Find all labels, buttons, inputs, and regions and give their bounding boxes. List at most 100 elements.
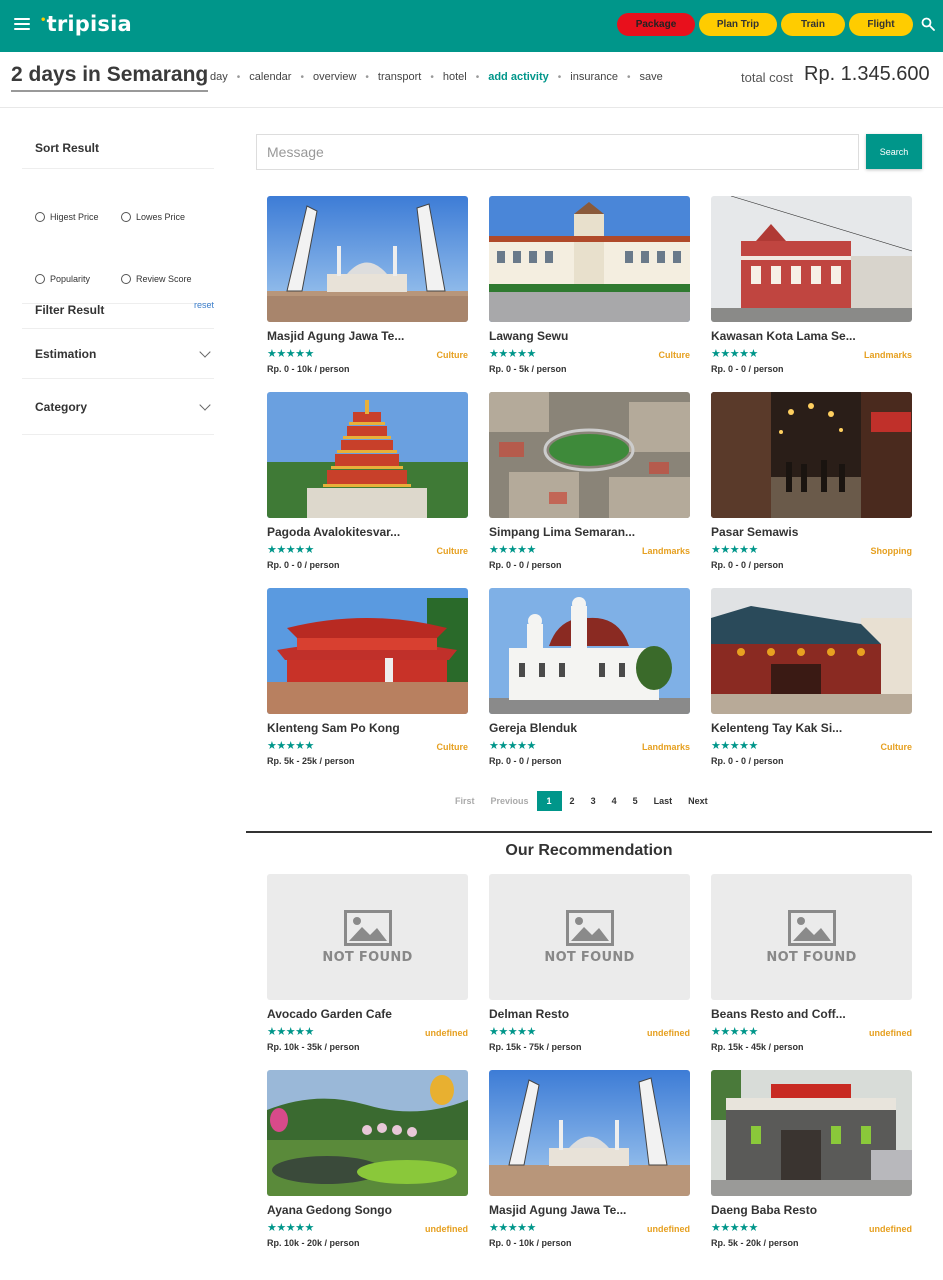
nav-insurance[interactable]: insurance <box>570 71 618 83</box>
filter-title: Filter Result <box>35 303 105 317</box>
image-placeholder: NOT FOUND <box>489 874 690 1000</box>
rating-stars: ★★★★★ <box>267 544 314 556</box>
activity-card[interactable]: Pagoda Avalokitesvar... ★★★★★ Culture Rp.… <box>267 392 468 570</box>
estimation-accordion[interactable]: Estimation <box>22 329 214 379</box>
recommendation-card[interactable]: NOT FOUND Beans Resto and Coff... ★★★★★ u… <box>711 874 912 1052</box>
category-label: Category <box>35 399 88 414</box>
category-tag: Landmarks <box>641 741 690 752</box>
activity-card[interactable]: Kawasan Kota Lama Se... ★★★★★ Landmarks R… <box>711 196 912 374</box>
recommendation-name: Daeng Baba Resto <box>711 1203 818 1217</box>
recommendation-name: Ayana Gedong Songo <box>267 1203 392 1217</box>
page-3[interactable]: 3 <box>583 791 604 811</box>
activity-card[interactable]: Masjid Agung Jawa Te... ★★★★★ Culture Rp.… <box>267 196 468 374</box>
sort-lowest-price[interactable]: Lowes Price <box>121 193 221 241</box>
recommendation-name: Masjid Agung Jawa Te... <box>489 1203 627 1217</box>
activity-image <box>489 588 690 714</box>
price-range: Rp. 0 - 0 / person <box>267 560 340 570</box>
activity-image <box>711 392 912 518</box>
search-icon[interactable] <box>921 17 935 31</box>
category-tag: undefined <box>647 1223 690 1234</box>
train-button[interactable]: Train <box>781 13 845 36</box>
nav-save[interactable]: save <box>639 71 662 83</box>
page-next[interactable]: Next <box>680 791 716 811</box>
activity-card[interactable]: Lawang Sewu ★★★★★ Culture Rp. 0 - 5k / pe… <box>489 196 690 374</box>
page-5[interactable]: 5 <box>625 791 646 811</box>
activity-image <box>267 392 468 518</box>
rating-stars: ★★★★★ <box>711 1026 758 1038</box>
recommendation-card[interactable]: Ayana Gedong Songo ★★★★★ undefined Rp. 10… <box>267 1070 468 1248</box>
nav-overview[interactable]: overview <box>313 71 356 83</box>
not-found-label: NOT FOUND <box>766 949 857 965</box>
recommendation-card[interactable]: NOT FOUND Avocado Garden Cafe ★★★★★ undef… <box>267 874 468 1052</box>
nav-transport[interactable]: transport <box>378 71 421 83</box>
activity-name: Klenteng Sam Po Kong <box>267 721 400 735</box>
package-button[interactable]: Package <box>617 13 695 36</box>
activity-card[interactable]: Simpang Lima Semaran... ★★★★★ Landmarks R… <box>489 392 690 570</box>
reset-link[interactable]: reset <box>194 300 214 310</box>
image-placeholder: NOT FOUND <box>711 874 912 1000</box>
sort-options: Higest Price Lowes Price Popularity Revi… <box>22 169 214 304</box>
page-previous[interactable]: Previous <box>483 791 537 811</box>
activity-name: Lawang Sewu <box>489 329 569 343</box>
nav-add-activity[interactable]: add activity <box>488 71 549 83</box>
image-icon <box>343 909 392 946</box>
menu-icon[interactable] <box>14 18 30 30</box>
pagination: First Previous 1 2 3 4 5 Last Next <box>447 791 716 811</box>
sort-highest-price[interactable]: Higest Price <box>35 193 121 241</box>
chevron-down-icon <box>199 345 211 358</box>
category-tag: Culture <box>436 741 469 752</box>
category-accordion[interactable]: Category <box>22 379 214 435</box>
activity-name: Masjid Agung Jawa Te... <box>267 329 405 343</box>
activity-image <box>711 588 912 714</box>
price-range: Rp. 15k - 45k / person <box>711 1042 804 1052</box>
recommendation-title: Our Recommendation <box>505 842 673 859</box>
recommendation-card[interactable]: NOT FOUND Delman Resto ★★★★★ undefined Rp… <box>489 874 690 1052</box>
page-first[interactable]: First <box>447 791 483 811</box>
recommendation-name: Delman Resto <box>489 1007 570 1021</box>
page-last[interactable]: Last <box>646 791 681 811</box>
page-1[interactable]: 1 <box>536 791 562 811</box>
page-title: 2 days in Semarang <box>11 63 209 92</box>
sort-popularity[interactable]: Popularity <box>35 256 121 304</box>
sort-review-score[interactable]: Review Score <box>121 256 221 304</box>
activity-card[interactable]: Pasar Semawis ★★★★★ Shopping Rp. 0 - 0 / … <box>711 392 912 570</box>
nav-day[interactable]: day <box>210 71 228 83</box>
page-2[interactable]: 2 <box>562 791 583 811</box>
rating-stars: ★★★★★ <box>489 1222 536 1234</box>
recommendation-image <box>711 1070 912 1196</box>
category-tag: undefined <box>425 1223 468 1234</box>
total-cost-value: Rp. 1.345.600 <box>804 63 930 85</box>
top-navbar: •tripisia Package Plan Trip Train Flight <box>0 0 943 52</box>
category-tag: undefined <box>869 1223 912 1234</box>
logo[interactable]: •tripisia <box>40 12 132 36</box>
nav-calendar[interactable]: calendar <box>249 71 291 83</box>
flight-button[interactable]: Flight <box>849 13 913 36</box>
search-button[interactable]: Search <box>866 134 922 169</box>
activity-card[interactable]: Klenteng Sam Po Kong ★★★★★ Culture Rp. 5k… <box>267 588 468 766</box>
activity-name: Pasar Semawis <box>711 525 799 539</box>
activity-name: Gereja Blenduk <box>489 721 578 735</box>
price-range: Rp. 0 - 0 / person <box>489 560 562 570</box>
nav-hotel[interactable]: hotel <box>443 71 467 83</box>
not-found-label: NOT FOUND <box>322 949 413 965</box>
recommendation-image <box>489 1070 690 1196</box>
message-input[interactable] <box>256 134 859 170</box>
image-icon <box>787 909 836 946</box>
activity-card[interactable]: Gereja Blenduk ★★★★★ Landmarks Rp. 0 - 0 … <box>489 588 690 766</box>
price-range: Rp. 0 - 0 / person <box>711 560 784 570</box>
rating-stars: ★★★★★ <box>711 348 758 360</box>
plan-trip-button[interactable]: Plan Trip <box>699 13 777 36</box>
category-tag: undefined <box>425 1027 468 1038</box>
price-range: Rp. 0 - 5k / person <box>489 364 567 374</box>
price-range: Rp. 0 - 0 / person <box>711 756 784 766</box>
rating-stars: ★★★★★ <box>489 544 536 556</box>
rating-stars: ★★★★★ <box>711 740 758 752</box>
radio-icon <box>121 211 131 222</box>
recommendation-card[interactable]: Masjid Agung Jawa Te... ★★★★★ undefined R… <box>489 1070 690 1248</box>
rating-stars: ★★★★★ <box>489 348 536 360</box>
activity-card[interactable]: Kelenteng Tay Kak Si... ★★★★★ Culture Rp.… <box>711 588 912 766</box>
recommendation-card[interactable]: Daeng Baba Resto ★★★★★ undefined Rp. 5k -… <box>711 1070 912 1248</box>
activity-image <box>489 392 690 518</box>
rating-stars: ★★★★★ <box>489 740 536 752</box>
page-4[interactable]: 4 <box>604 791 625 811</box>
